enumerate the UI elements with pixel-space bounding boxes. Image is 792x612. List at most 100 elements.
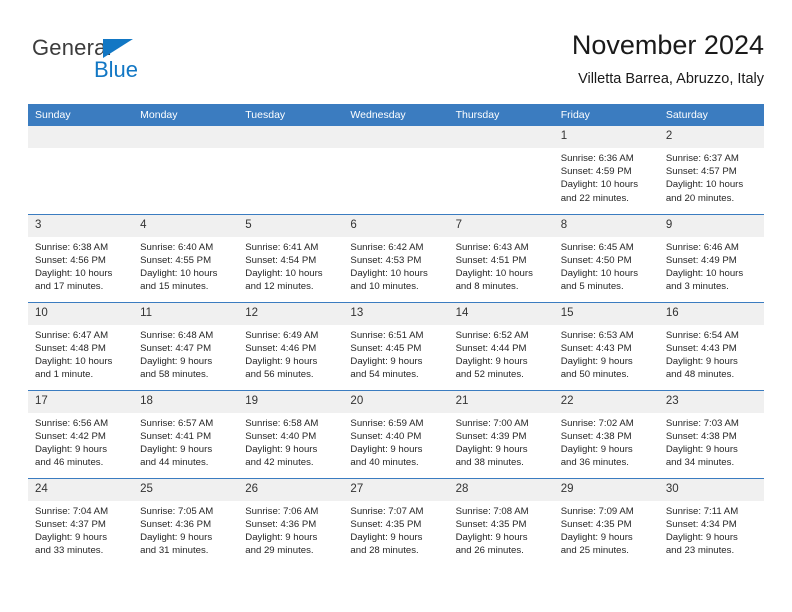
day-details: Sunrise: 6:37 AM Sunset: 4:57 PM Daylight:… [659, 148, 764, 205]
day-number: 27 [343, 478, 449, 501]
day-details [28, 148, 133, 152]
day-number: 21 [448, 390, 554, 413]
day-number: 1 [553, 126, 659, 148]
day-number [28, 126, 134, 148]
day-number: 22 [553, 390, 659, 413]
calendar-day-cell[interactable]: 19 Sunrise: 6:58 AM Sunset: 4:40 PM Dayligh… [238, 389, 344, 478]
daylight-text-line2: and 10 minutes. [350, 281, 419, 293]
calendar-day-cell[interactable]: 26 Sunrise: 7:06 AM Sunset: 4:36 PM Dayligh… [238, 477, 344, 566]
calendar-day-cell[interactable]: 15 Sunrise: 6:53 AM Sunset: 4:43 PM Dayligh… [553, 301, 659, 390]
logo[interactable]: General Blue [32, 36, 212, 92]
weekday-header-wednesday: Wednesday [343, 104, 449, 126]
day-details: Sunrise: 6:40 AM Sunset: 4:55 PM Daylight:… [133, 237, 238, 294]
calendar-day-cell-empty [28, 126, 134, 214]
calendar-day-cell[interactable]: 10 Sunrise: 6:47 AM Sunset: 4:48 PM Dayligh… [28, 301, 134, 390]
calendar-table: Sunday Monday Tuesday Wednesday Thursday Frid… [28, 104, 764, 566]
calendar-day-cell[interactable]: 9 Sunrise: 6:46 AM Sunset: 4:49 PM Daylight… [658, 213, 764, 302]
calendar-day-cell[interactable]: 30 Sunrise: 7:11 AM Sunset: 4:34 PM Dayligh… [658, 477, 764, 566]
sunset-text: Sunset: 4:39 PM [455, 430, 527, 442]
calendar-day-cell[interactable]: 6 Sunrise: 6:42 AM Sunset: 4:53 PM Daylight… [343, 213, 449, 302]
calendar-day-cell[interactable]: 20 Sunrise: 6:59 AM Sunset: 4:40 PM Dayligh… [343, 389, 449, 478]
calendar-day-cell[interactable]: 3 Sunrise: 6:38 AM Sunset: 4:56 PM Daylight… [28, 213, 134, 302]
weekday-header-saturday: Saturday [658, 104, 764, 126]
sunrise-text: Sunrise: 6:36 AM [560, 153, 634, 164]
calendar-day-cell[interactable]: 12 Sunrise: 6:49 AM Sunset: 4:46 PM Dayligh… [238, 301, 344, 390]
daylight-text-line1: Daylight: 9 hours [665, 443, 738, 455]
sunset-text: Sunset: 4:51 PM [455, 254, 527, 266]
daylight-text-line1: Daylight: 9 hours [560, 531, 633, 543]
daylight-text-line1: Daylight: 10 hours [560, 267, 639, 279]
weekday-headers: Sunday Monday Tuesday Wednesday Thursday Frid… [28, 104, 764, 126]
calendar-day-cell[interactable]: 8 Sunrise: 6:45 AM Sunset: 4:50 PM Daylight… [553, 213, 659, 302]
calendar-day-cell[interactable]: 16 Sunrise: 6:54 AM Sunset: 4:43 PM Dayligh… [658, 301, 764, 390]
sunrise-text: Sunrise: 7:11 AM [665, 505, 739, 517]
calendar-day-cell[interactable]: 24 Sunrise: 7:04 AM Sunset: 4:37 PM Dayligh… [28, 477, 134, 566]
sunrise-text: Sunrise: 6:41 AM [245, 241, 319, 253]
daylight-text-line1: Daylight: 9 hours [245, 443, 318, 455]
daylight-text-line2: and 20 minutes. [665, 192, 735, 204]
calendar-day-cell[interactable]: 5 Sunrise: 6:41 AM Sunset: 4:54 PM Daylight… [238, 213, 344, 302]
calendar-day-cell[interactable]: 7 Sunrise: 6:43 AM Sunset: 4:51 PM Daylight… [448, 213, 554, 302]
calendar-day-cell[interactable]: 28 Sunrise: 7:08 AM Sunset: 4:35 PM Dayligh… [448, 477, 554, 566]
daylight-text-line1: Daylight: 9 hours [245, 531, 318, 543]
day-details: Sunrise: 6:57 AM Sunset: 4:41 PM Daylight:… [133, 413, 238, 470]
day-number: 26 [238, 478, 344, 501]
sunrise-text: Sunrise: 7:09 AM [560, 505, 634, 517]
sunrise-text: Sunrise: 7:08 AM [455, 505, 529, 517]
sunset-text: Sunset: 4:50 PM [560, 254, 632, 266]
daylight-text-line2: and 33 minutes. [35, 545, 104, 557]
calendar-day-cell[interactable]: 25 Sunrise: 7:05 AM Sunset: 4:36 PM Dayligh… [133, 477, 239, 566]
daylight-text-line2: and 28 minutes. [350, 545, 419, 557]
calendar-header-row: Sunday Monday Tuesday Wednesday Thursday Frid… [28, 104, 764, 126]
sunset-text: Sunset: 4:45 PM [350, 342, 422, 354]
calendar-day-cell[interactable]: 13 Sunrise: 6:51 AM Sunset: 4:45 PM Dayligh… [343, 301, 449, 390]
calendar-day-cell[interactable]: 4 Sunrise: 6:40 AM Sunset: 4:55 PM Daylight… [133, 213, 239, 302]
calendar-day-cell[interactable]: 14 Sunrise: 6:52 AM Sunset: 4:44 PM Dayligh… [448, 301, 554, 390]
day-number: 2 [658, 126, 764, 148]
day-details: Sunrise: 6:38 AM Sunset: 4:56 PM Daylight:… [28, 237, 133, 294]
calendar-day-cell[interactable]: 27 Sunrise: 7:07 AM Sunset: 4:35 PM Dayligh… [343, 477, 449, 566]
calendar-day-cell-empty [448, 126, 554, 214]
day-number: 24 [28, 478, 134, 501]
day-details: Sunrise: 6:49 AM Sunset: 4:46 PM Daylight:… [238, 325, 343, 382]
day-details: Sunrise: 6:47 AM Sunset: 4:48 PM Daylight:… [28, 325, 133, 382]
calendar-day-cell[interactable]: 23 Sunrise: 7:03 AM Sunset: 4:38 PM Dayligh… [658, 389, 764, 478]
sunset-text: Sunset: 4:56 PM [35, 254, 106, 266]
calendar-day-cell[interactable]: 22 Sunrise: 7:02 AM Sunset: 4:38 PM Dayligh… [553, 389, 659, 478]
daylight-text-line2: and 23 minutes. [665, 545, 735, 557]
calendar-day-cell[interactable]: 2 Sunrise: 6:37 AM Sunset: 4:57 PM Daylight… [658, 126, 764, 214]
day-details: Sunrise: 6:52 AM Sunset: 4:44 PM Daylight:… [449, 325, 554, 382]
weekday-header-monday: Monday [133, 104, 239, 126]
calendar-week-row: 17 Sunrise: 6:56 AM Sunset: 4:42 PM Dayligh… [28, 389, 764, 478]
calendar-day-cell[interactable]: 29 Sunrise: 7:09 AM Sunset: 4:35 PM Dayligh… [553, 477, 659, 566]
day-details: Sunrise: 7:05 AM Sunset: 4:36 PM Daylight:… [133, 501, 238, 558]
daylight-text-line1: Daylight: 10 hours [455, 267, 533, 279]
daylight-text-line2: and 56 minutes. [245, 369, 314, 381]
day-number: 3 [28, 214, 134, 237]
daylight-text-line1: Daylight: 10 hours [350, 267, 428, 279]
daylight-text-line2: and 54 minutes. [350, 369, 419, 381]
weekday-header-friday: Friday [553, 104, 659, 126]
calendar-day-cell[interactable]: 17 Sunrise: 6:56 AM Sunset: 4:42 PM Dayligh… [28, 389, 134, 478]
daylight-text-line1: Daylight: 9 hours [560, 355, 633, 367]
calendar-day-cell[interactable]: 21 Sunrise: 7:00 AM Sunset: 4:39 PM Dayligh… [448, 389, 554, 478]
daylight-text-line1: Daylight: 9 hours [665, 355, 738, 367]
sunset-text: Sunset: 4:34 PM [665, 518, 737, 530]
day-details: Sunrise: 6:58 AM Sunset: 4:40 PM Daylight:… [238, 413, 343, 470]
day-details: Sunrise: 6:54 AM Sunset: 4:43 PM Daylight:… [659, 325, 764, 382]
sunrise-text: Sunrise: 6:48 AM [140, 329, 214, 341]
calendar-day-cell[interactable]: 11 Sunrise: 6:48 AM Sunset: 4:47 PM Dayligh… [133, 301, 239, 390]
sunset-text: Sunset: 4:55 PM [140, 254, 212, 266]
calendar-day-cell[interactable]: 18 Sunrise: 6:57 AM Sunset: 4:41 PM Dayligh… [133, 389, 239, 478]
day-number: 28 [448, 478, 554, 501]
calendar-day-cell[interactable]: 1 Sunrise: 6:36 AM Sunset: 4:59 PM Daylight… [553, 126, 659, 214]
day-details: Sunrise: 7:06 AM Sunset: 4:36 PM Daylight:… [238, 501, 343, 558]
sunset-text: Sunset: 4:43 PM [560, 342, 632, 354]
day-number: 15 [553, 302, 659, 325]
day-details [449, 148, 554, 152]
day-details [133, 148, 238, 152]
daylight-text-line2: and 36 minutes. [560, 457, 629, 469]
daylight-text-line2: and 34 minutes. [665, 457, 735, 469]
sunset-text: Sunset: 4:41 PM [140, 430, 212, 442]
day-number: 11 [133, 302, 239, 325]
